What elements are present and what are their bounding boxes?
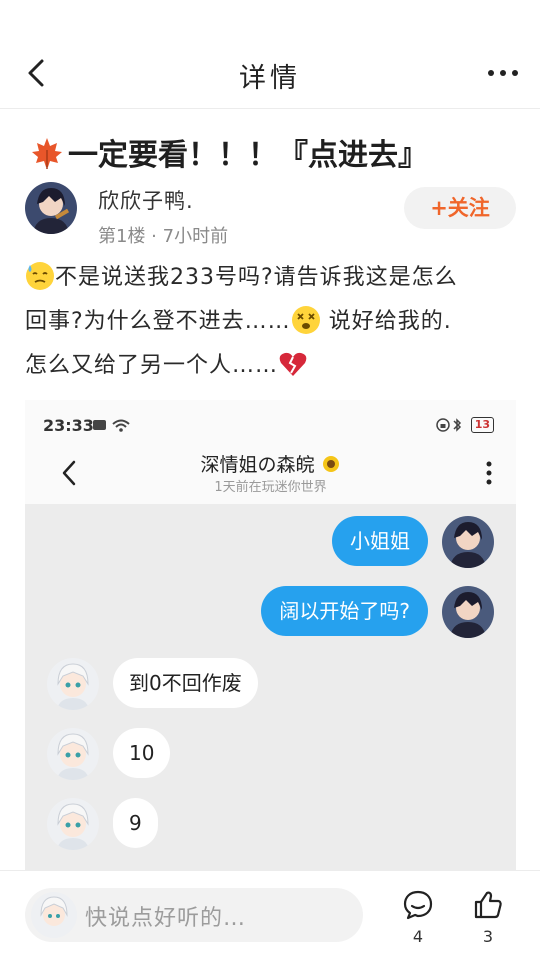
chat-message-in: 10 bbox=[113, 728, 171, 778]
dizzy-emoji-icon bbox=[291, 306, 320, 334]
chat-message-in: 到0不回作废 bbox=[113, 658, 258, 708]
receiver-avatar bbox=[47, 658, 99, 710]
post-body-line-3: 怎么又给了另一个人…… bbox=[25, 353, 279, 378]
status-right: 13 bbox=[435, 414, 494, 433]
chat-contact-name-text: 深情姐の森皖 bbox=[200, 454, 315, 476]
post-title: 一定要看！！！『点进去』 bbox=[30, 130, 428, 174]
chat-more-icon[interactable] bbox=[484, 458, 494, 488]
sender-avatar bbox=[442, 586, 494, 638]
broken-heart-icon bbox=[279, 352, 307, 376]
bottom-action-bar: 快说点好听的… 4 3 bbox=[0, 870, 540, 961]
top-nav-bar: 详情 bbox=[0, 36, 540, 109]
post-title-text: 一定要看！！！『点进去』 bbox=[68, 138, 428, 173]
follow-button[interactable]: +关注 bbox=[404, 187, 516, 229]
notification-icons bbox=[93, 417, 133, 436]
comment-button[interactable]: 4 bbox=[398, 889, 438, 946]
my-avatar bbox=[31, 892, 77, 938]
comment-icon bbox=[403, 890, 433, 920]
chat-messages: 小姐姐 阔以开始了吗? 到0不回作废 10 9 bbox=[25, 504, 516, 870]
author-name[interactable]: 欣欣子鸭. bbox=[98, 185, 194, 215]
maple-leaf-icon bbox=[32, 138, 62, 169]
wifi-icon bbox=[93, 419, 130, 432]
chat-message-out: 小姐姐 bbox=[332, 516, 428, 566]
like-button[interactable]: 3 bbox=[468, 889, 508, 946]
chat-message-out: 阔以开始了吗? bbox=[261, 586, 428, 636]
sunflower-icon bbox=[322, 456, 339, 472]
comment-count: 4 bbox=[412, 927, 424, 946]
sweat-emoji-icon bbox=[26, 262, 54, 290]
comment-placeholder: 快说点好听的… bbox=[85, 906, 247, 931]
more-icon[interactable] bbox=[486, 60, 520, 86]
chat-contact-status: 1天前在玩迷你世界 bbox=[214, 480, 327, 495]
battery-level: 13 bbox=[470, 416, 494, 433]
comment-input[interactable]: 快说点好听的… bbox=[25, 888, 363, 942]
post-body-line-1: 不是说送我233号吗?请告诉我这是怎么 bbox=[55, 265, 458, 290]
post-meta: 第1楼 · 7小时前 bbox=[98, 226, 229, 247]
post-body-line-2b: 说好给我的. bbox=[328, 309, 452, 334]
screenshot-time: 23:33 bbox=[43, 416, 94, 435]
page-title: 详情 bbox=[239, 63, 301, 94]
screenshot-status-bar: 23:33 13 bbox=[25, 400, 516, 448]
lock-bluetooth-icon bbox=[435, 417, 461, 432]
thumbs-up-icon bbox=[474, 891, 502, 919]
attached-screenshot[interactable]: 23:33 13 深情姐の森皖 1天前在玩迷你世界 小姐姐 阔以开始了吗? 到0… bbox=[25, 400, 516, 870]
receiver-avatar bbox=[47, 798, 99, 850]
like-count: 3 bbox=[482, 927, 494, 946]
chat-header: 深情姐の森皖 1天前在玩迷你世界 bbox=[25, 448, 516, 504]
receiver-avatar bbox=[47, 728, 99, 780]
post-body-line-2a: 回事?为什么登不进去…… bbox=[25, 309, 291, 334]
chat-contact-name: 深情姐の森皖 bbox=[25, 450, 516, 477]
post-body: 不是说送我233号吗?请告诉我这是怎么 回事?为什么登不进去…… 说好给我的. … bbox=[25, 256, 515, 388]
sender-avatar bbox=[442, 516, 494, 568]
chat-message-in: 9 bbox=[113, 798, 158, 848]
author-avatar[interactable] bbox=[25, 182, 77, 234]
